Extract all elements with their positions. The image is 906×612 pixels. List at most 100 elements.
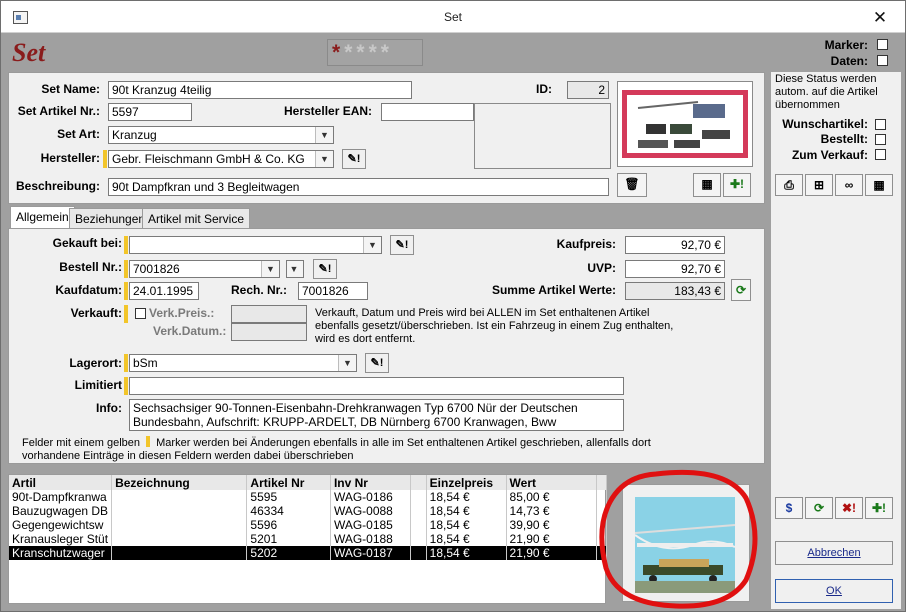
verk-preis-input[interactable] — [231, 305, 307, 323]
hersteller-select[interactable]: Gebr. Fleischmann GmbH & Co. KG ▼ — [108, 150, 334, 168]
kaufdatum-label: Kaufdatum: — [55, 283, 122, 297]
verk-datum-input[interactable] — [231, 323, 307, 341]
table-cell — [410, 504, 427, 518]
tab-beziehungen[interactable]: Beziehungen — [69, 208, 152, 229]
uvp-input[interactable]: 92,70 € — [625, 260, 725, 278]
remove-icon: ✖! — [841, 501, 857, 515]
view-button[interactable]: ∞ — [835, 174, 863, 196]
chevron-down-icon[interactable]: ▼ — [261, 261, 279, 277]
set-name-input[interactable]: 90t Kranzug 4teilig — [108, 81, 412, 99]
bestellt-checkbox[interactable] — [875, 134, 886, 145]
calculator-button[interactable]: ▦ — [865, 174, 893, 196]
tab-artikel-mit-service[interactable]: Artikel mit Service — [142, 208, 251, 229]
rating-star-icon[interactable]: * — [369, 41, 381, 64]
chevron-down-icon[interactable]: ▼ — [338, 355, 356, 371]
add-photo-button[interactable]: ▦ — [693, 173, 721, 197]
column-header[interactable]: Artil — [9, 475, 113, 490]
table-cell: 21,90 € — [506, 546, 598, 560]
hersteller-ean-input[interactable] — [381, 103, 474, 121]
rating-star-icon[interactable]: * — [356, 41, 368, 64]
red-annotation-circle — [599, 469, 758, 609]
column-header[interactable] — [410, 475, 427, 490]
table-row[interactable]: 90t-Dampfkranwa 5595 WAG-0186 18,54 € 85… — [9, 490, 607, 504]
limitiert-input[interactable] — [129, 377, 624, 395]
wunschartikel-checkbox[interactable] — [875, 119, 886, 130]
edit-bestell-button[interactable]: ✎! — [313, 259, 337, 279]
edit-hersteller-button[interactable]: ✎! — [342, 149, 366, 169]
lagerort-value: bSm — [133, 356, 158, 370]
articles-table: Artil Bezeichnung Artikel Nr Inv Nr Einz… — [9, 475, 607, 560]
daten-checkbox[interactable] — [877, 55, 888, 66]
column-header[interactable]: Einzelpreis — [426, 475, 507, 490]
chevron-down-icon[interactable]: ▼ — [287, 261, 303, 277]
table-row-selected[interactable]: Kranschutzwager 5202 WAG-0187 18,54 € 21… — [9, 546, 607, 560]
set-artikel-input[interactable]: 5597 — [108, 103, 192, 121]
table-row[interactable]: Gegengewichtsw 5596 WAG-0185 18,54 € 39,… — [9, 518, 607, 532]
column-header[interactable]: Wert — [506, 475, 598, 490]
table-cell: 18,54 € — [426, 504, 507, 518]
column-header[interactable]: Bezeichnung — [111, 475, 248, 490]
remove-item-button[interactable]: ✖! — [835, 497, 863, 519]
tab-allgemein[interactable]: Allgemein — [10, 206, 75, 229]
info-textarea[interactable]: Sechsachsiger 90-Tonnen-Eisenbahn-Drehkr… — [129, 399, 624, 431]
price-button[interactable]: $ — [775, 497, 803, 519]
table-row[interactable]: Bauzugwagen DB 46334 WAG-0088 18,54 € 14… — [9, 504, 607, 518]
chevron-down-icon[interactable]: ▼ — [315, 127, 333, 143]
id-label: ID: — [536, 82, 552, 96]
bestell-extra-select[interactable]: ▼ — [286, 260, 304, 278]
edit-gekauft-button[interactable]: ✎! — [390, 235, 414, 255]
lagerort-select[interactable]: bSm ▼ — [129, 354, 357, 372]
add-item-button[interactable]: ✚! — [723, 173, 751, 197]
gekauft-select[interactable]: ▼ — [129, 236, 382, 254]
table-cell: 5596 — [246, 518, 331, 532]
set-art-value: Kranzug — [112, 128, 157, 142]
structure-button[interactable]: ⊞ — [805, 174, 833, 196]
hersteller-label: Hersteller: — [40, 151, 100, 165]
verkauft-note: Verkauft, Datum und Preis wird bei ALLEN… — [315, 307, 674, 345]
set-name-label: Set Name: — [41, 82, 100, 96]
summe-field: 183,43 € — [625, 282, 725, 300]
rating-star-icon[interactable]: * — [344, 41, 356, 64]
close-icon[interactable]: ✕ — [864, 6, 896, 30]
yellow-marker — [124, 282, 128, 300]
kaufpreis-input[interactable]: 92,70 € — [625, 236, 725, 254]
print-button[interactable]: ⎙ — [775, 174, 803, 196]
add-article-button[interactable]: ✚! — [865, 497, 893, 519]
chevron-down-icon[interactable]: ▼ — [363, 237, 381, 253]
edit-lagerort-button[interactable]: ✎! — [365, 353, 389, 373]
recalc-sum-button[interactable]: ⟳ — [731, 279, 751, 301]
set-box-image — [618, 82, 752, 166]
tree-icon: ⊞ — [813, 178, 825, 192]
recalc-button[interactable]: ⟳ — [805, 497, 833, 519]
limitiert-label: Limitiert — [74, 378, 122, 392]
chevron-down-icon[interactable]: ▼ — [315, 151, 333, 167]
rech-input[interactable]: 7001826 — [298, 282, 368, 300]
bestell-select[interactable]: 7001826 ▼ — [129, 260, 280, 278]
rating-star-icon[interactable]: * — [381, 41, 393, 64]
rating-stars[interactable]: ***** — [327, 39, 423, 66]
table-cell: WAG-0185 — [330, 518, 411, 532]
marker-checkbox[interactable] — [877, 39, 888, 50]
yellow-marker — [146, 436, 151, 447]
table-cell: 18,54 € — [426, 546, 507, 560]
column-header[interactable]: Artikel Nr — [246, 475, 331, 490]
set-photo[interactable] — [617, 81, 753, 167]
kaufdatum-input[interactable]: 24.01.1995 — [129, 282, 199, 300]
hersteller-ean-label: Hersteller EAN: — [284, 104, 373, 118]
delete-photo-button[interactable]: 🗑 — [617, 173, 647, 197]
table-row[interactable]: Kranausleger Stüt 5201 WAG-0188 18,54 € … — [9, 532, 607, 546]
id-field: 2 — [567, 81, 609, 99]
verkauft-checkbox[interactable] — [135, 308, 146, 319]
page-title: Set — [12, 38, 46, 67]
beschreibung-input[interactable]: 90t Dampfkran und 3 Begleitwagen — [108, 178, 609, 196]
zum-verkauf-checkbox[interactable] — [875, 149, 886, 160]
set-art-select[interactable]: Kranzug ▼ — [108, 126, 334, 144]
wand-icon: ✎! — [347, 153, 361, 165]
calculator-icon: ▦ — [873, 178, 885, 192]
abbrechen-button[interactable]: Abbrechen — [775, 541, 893, 565]
ok-button[interactable]: OK — [775, 579, 893, 603]
articles-grid[interactable]: Artil Bezeichnung Artikel Nr Inv Nr Einz… — [8, 474, 607, 604]
beschreibung-label: Beschreibung: — [15, 179, 100, 193]
column-header[interactable]: Inv Nr — [330, 475, 411, 490]
rating-star-icon[interactable]: * — [332, 41, 344, 64]
